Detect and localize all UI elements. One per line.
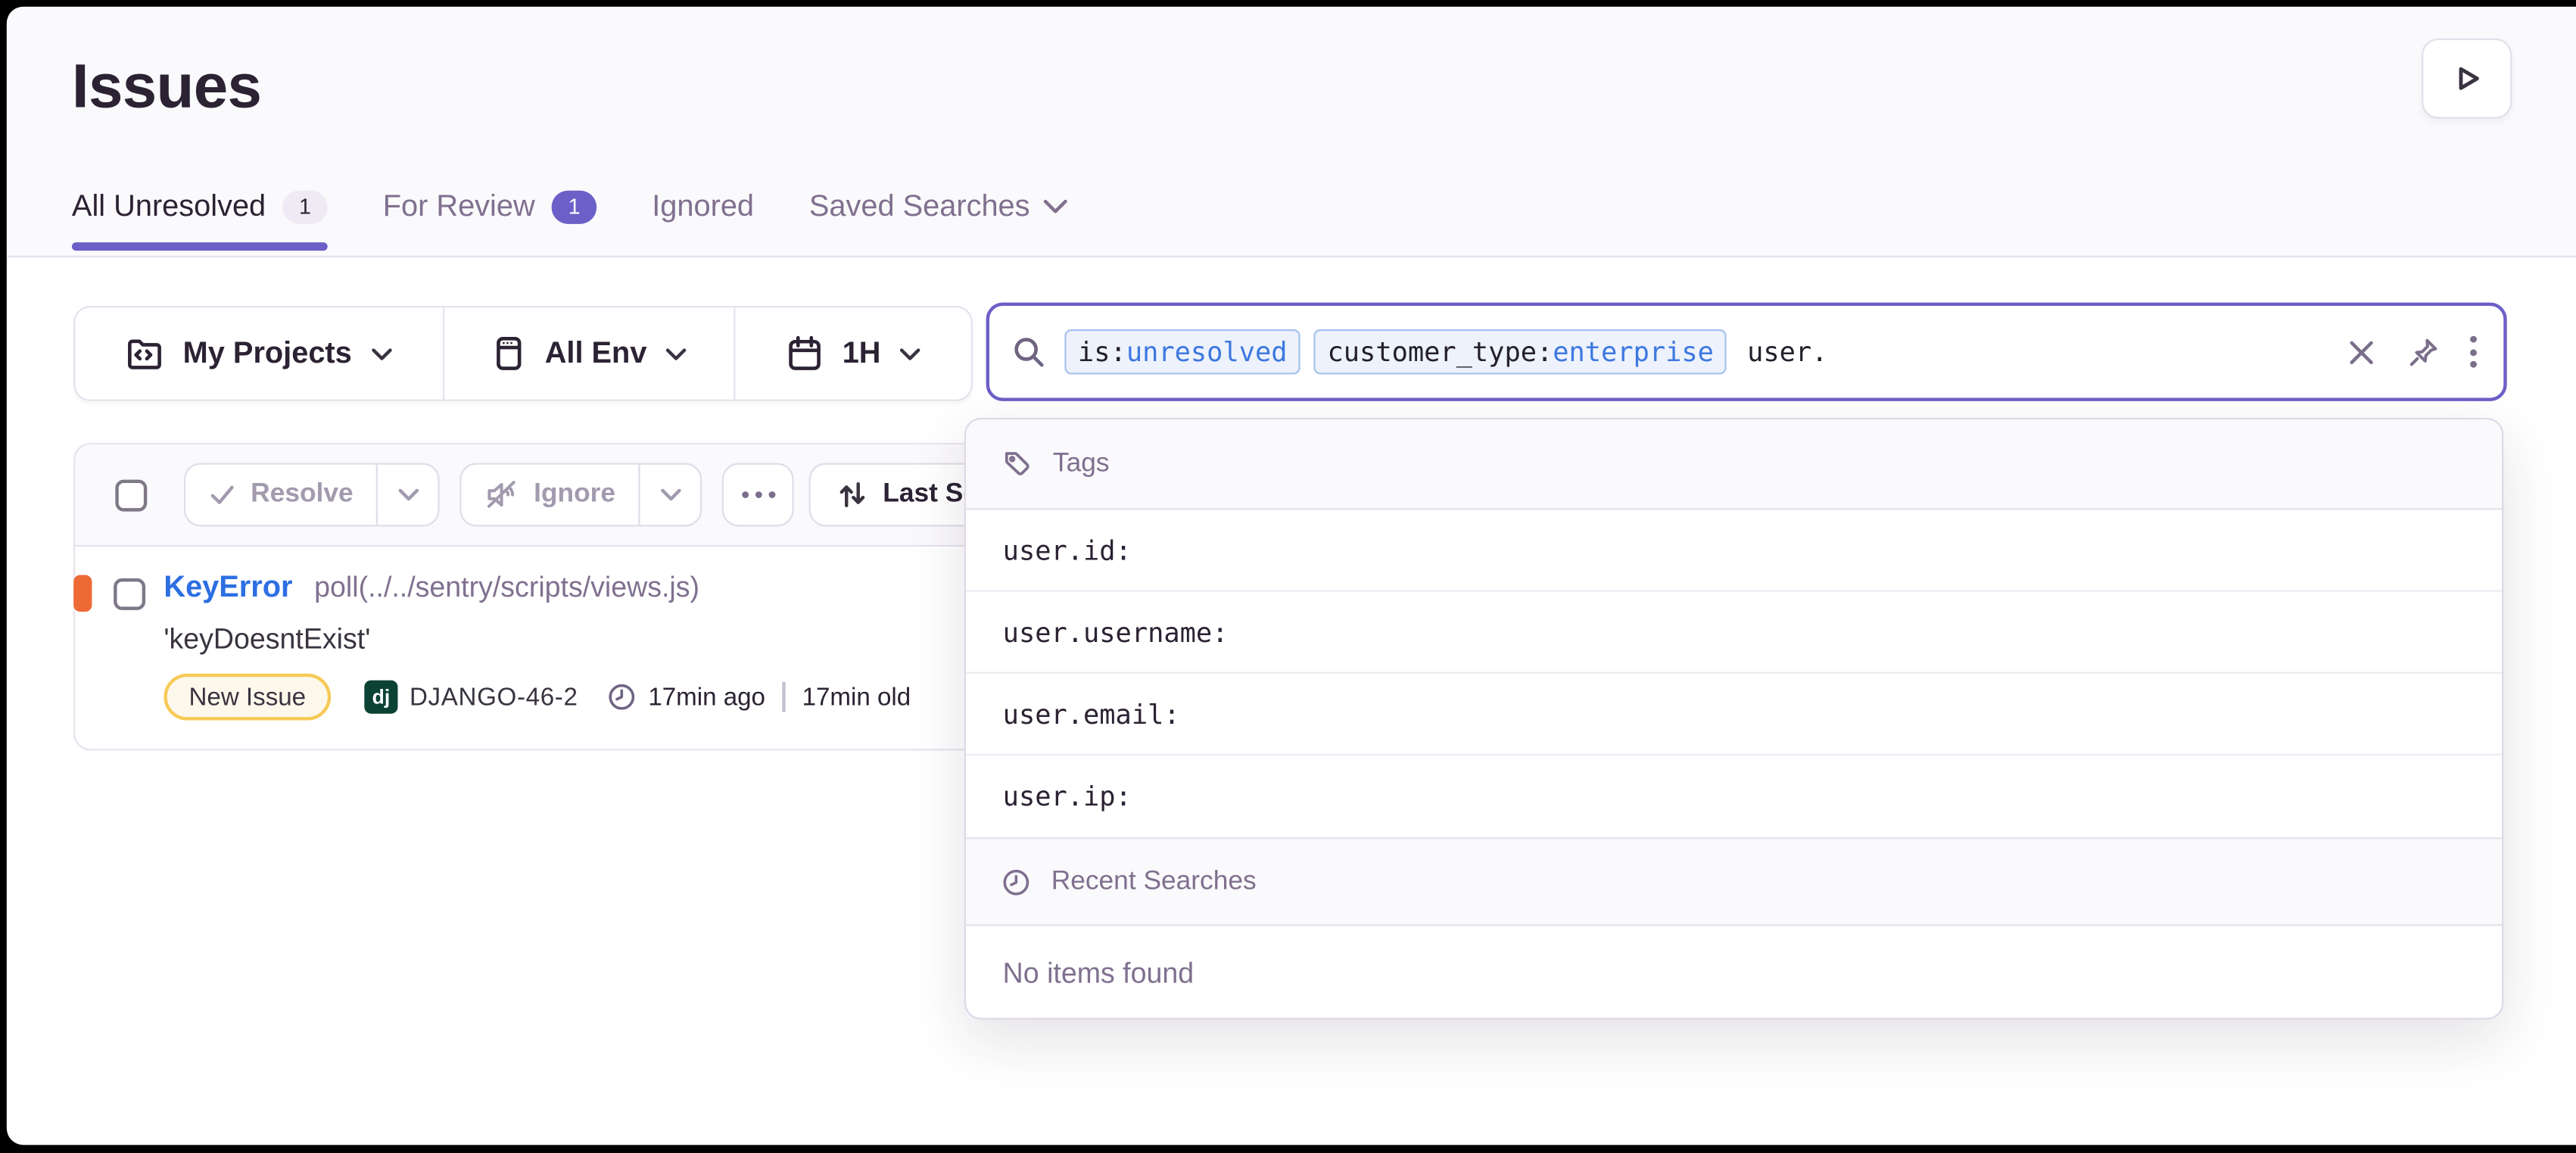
tab-bar: All Unresolved 1 For Review 1 Ignored Sa… (72, 189, 1068, 255)
time-range-filter-dropdown[interactable]: 1H (734, 307, 971, 399)
time-range-filter-label: 1H (843, 336, 881, 371)
page-header: Issues All Unresolved 1 For Review 1 Ign… (7, 7, 2576, 257)
tag-suggestion-user-username[interactable]: user.username: (966, 592, 2502, 674)
token-key: customer_type: (1328, 336, 1553, 368)
chevron-down-icon (899, 347, 921, 360)
filter-bar: My Projects All Env 1H (73, 306, 973, 401)
django-project-icon: dj (364, 681, 397, 714)
tab-count-badge: 1 (552, 190, 597, 223)
check-icon (209, 481, 235, 508)
chevron-down-icon (370, 347, 392, 360)
token-value: enterprise (1553, 336, 1714, 368)
recent-searches-section-header: Recent Searches (966, 837, 2502, 926)
resolve-label: Resolve (251, 480, 354, 510)
token-key: is: (1078, 336, 1126, 368)
tab-label: Saved Searches (809, 189, 1030, 223)
pin-search-button[interactable] (2406, 335, 2440, 369)
resolve-dropdown-button[interactable] (377, 463, 441, 527)
search-autocomplete-dropdown: Tags user.id: user.username: user.email:… (964, 418, 2503, 1020)
ellipsis-icon (742, 491, 775, 498)
error-level-indicator (73, 575, 92, 612)
issue-last-seen: 17min ago (648, 683, 765, 712)
ignore-label: Ignore (534, 480, 615, 510)
folder-code-icon (126, 335, 165, 373)
tag-icon (1001, 448, 1033, 480)
tag-suggestion-user-id[interactable]: user.id: (966, 510, 2502, 591)
page: Issues All Unresolved 1 For Review 1 Ign… (0, 0, 2576, 1153)
clear-search-button[interactable] (2347, 337, 2377, 367)
replay-button[interactable] (2422, 39, 2512, 119)
search-options-button[interactable] (2470, 336, 2477, 368)
play-icon (2450, 62, 2484, 95)
select-all-checkbox[interactable] (115, 479, 147, 511)
issues-app: Issues All Unresolved 1 For Review 1 Ign… (7, 7, 2576, 1145)
issue-title-link[interactable]: KeyError (164, 570, 292, 605)
token-value: unresolved (1126, 336, 1288, 368)
tab-saved-searches[interactable]: Saved Searches (809, 189, 1068, 255)
issue-age: 17min old (802, 683, 911, 712)
mute-icon (485, 478, 519, 511)
issue-short-id: DJANGO-46-2 (410, 683, 578, 712)
arrows-up-down-icon (838, 480, 868, 510)
environment-filter-dropdown[interactable]: All Env (443, 307, 734, 399)
issue-title-line: KeyError poll(../../sentry/scripts/views… (164, 570, 699, 605)
issue-checkbox[interactable] (114, 578, 145, 610)
x-icon (2347, 337, 2377, 367)
search-icon (1011, 335, 1046, 369)
tab-label: All Unresolved (72, 189, 266, 223)
chevron-down-icon (1043, 199, 1068, 214)
new-issue-badge: New Issue (164, 674, 331, 721)
tab-label: For Review (383, 189, 535, 223)
chevron-down-icon (665, 347, 687, 360)
project-filter-dropdown[interactable]: My Projects (75, 307, 443, 399)
pin-icon (2406, 335, 2440, 369)
search-input[interactable]: is:unresolved customer_type:enterprise u… (986, 303, 2507, 401)
time-divider (782, 682, 785, 712)
window-icon (491, 335, 526, 373)
search-typed-text: user. (1747, 336, 1827, 368)
page-title: Issues (72, 51, 261, 122)
kebab-icon (2470, 336, 2477, 368)
no-items-found-message: No items found (966, 926, 2502, 1020)
more-actions-button[interactable] (722, 463, 794, 527)
issue-meta-row: New Issue dj DJANGO-46-2 17min ago 17min… (164, 674, 911, 721)
tab-count-badge: 1 (282, 190, 328, 223)
recent-searches-header-label: Recent Searches (1051, 867, 1257, 897)
search-token-status[interactable]: is:unresolved (1064, 329, 1300, 375)
chevron-down-icon (660, 488, 682, 502)
tab-label: Ignored (652, 189, 754, 223)
tab-all-unresolved[interactable]: All Unresolved 1 (72, 189, 328, 255)
issue-culprit: poll(../../sentry/scripts/views.js) (314, 572, 699, 605)
tag-suggestion-user-email[interactable]: user.email: (966, 674, 2502, 756)
chevron-down-icon (397, 488, 419, 502)
ignore-button[interactable]: Ignore (460, 463, 639, 527)
project-filter-label: My Projects (183, 336, 352, 371)
search-actions (2347, 335, 2477, 369)
clock-icon (606, 682, 637, 712)
search-token-customer-type[interactable]: customer_type:enterprise (1314, 329, 1727, 375)
tags-section-header: Tags (966, 419, 2502, 510)
clock-icon (1001, 867, 1031, 897)
tags-header-label: Tags (1053, 449, 1110, 479)
resolve-button[interactable]: Resolve (184, 463, 377, 527)
environment-filter-label: All Env (545, 336, 647, 371)
calendar-icon (786, 335, 824, 373)
tab-for-review[interactable]: For Review 1 (383, 189, 597, 255)
ignore-dropdown-button[interactable] (639, 463, 702, 527)
issue-message: 'keyDoesntExist' (164, 624, 370, 657)
tag-suggestion-user-ip[interactable]: user.ip: (966, 756, 2502, 837)
tab-ignored[interactable]: Ignored (652, 189, 754, 255)
